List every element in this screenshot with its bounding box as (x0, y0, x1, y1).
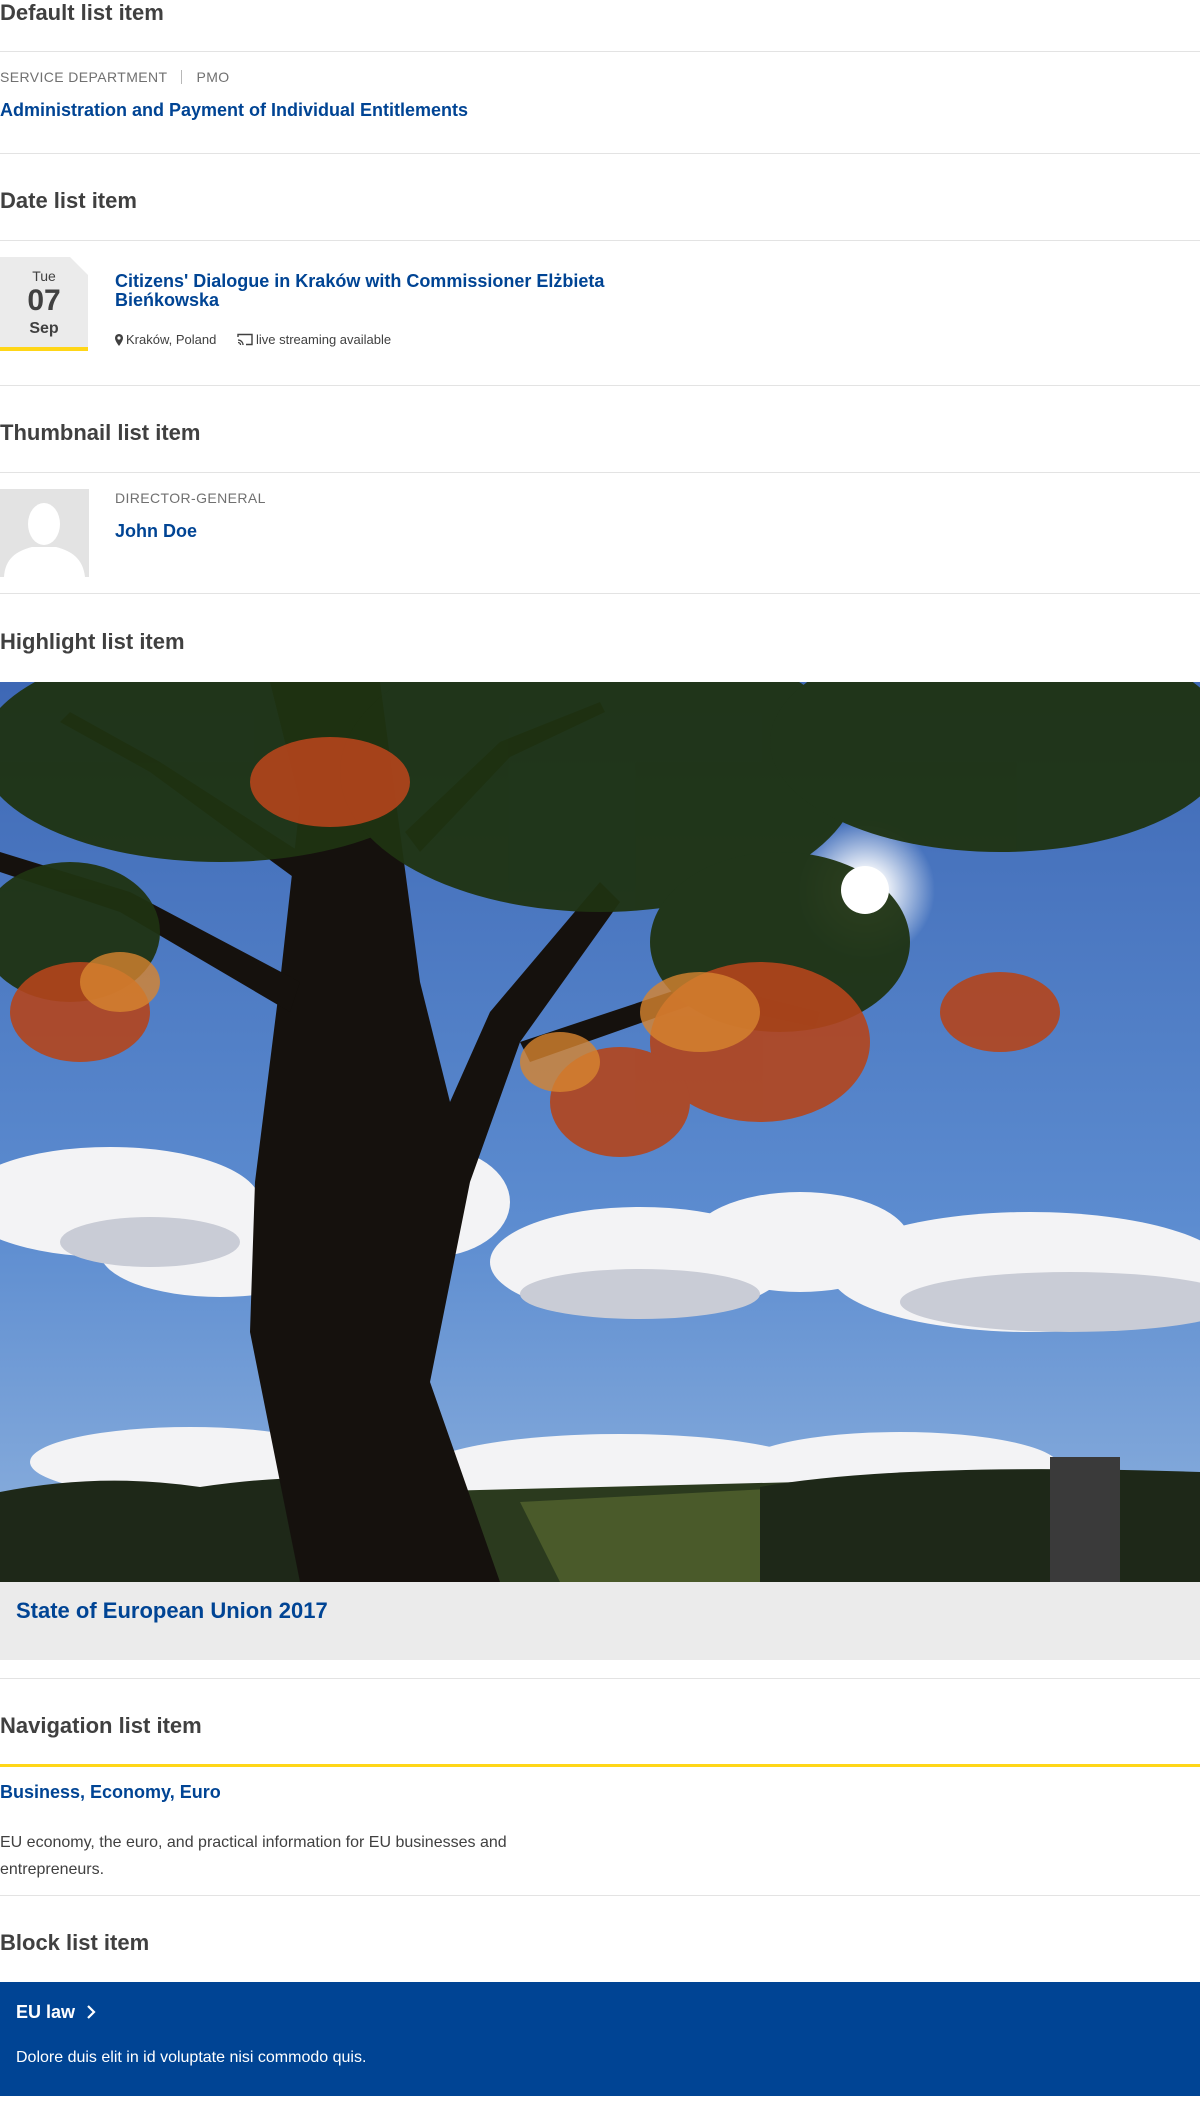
highlight-image[interactable] (0, 682, 1200, 1582)
tree-landscape-photo (0, 682, 1200, 1582)
block-link-label: EU law (16, 2002, 76, 2022)
list-item-link-john-doe[interactable]: John Doe (115, 521, 197, 542)
event-location: Kraków, Poland (115, 332, 216, 347)
link-line-1: Citizens' Dialogue in Kraków with Commis… (115, 271, 605, 291)
streaming-text: live streaming available (256, 332, 392, 347)
date-day: Tue (32, 268, 56, 284)
map-marker-icon (115, 334, 123, 346)
chevron-right-icon (87, 2005, 96, 2019)
list-item-link-business[interactable]: Business, Economy, Euro (0, 1782, 221, 1803)
section-title-thumbnail: Thumbnail list item (0, 420, 201, 445)
divider (0, 472, 1200, 473)
location-text: Kraków, Poland (126, 332, 217, 347)
thumbnail-image[interactable] (0, 489, 89, 577)
navigation-accent-line (0, 1764, 1200, 1767)
divider (0, 51, 1200, 52)
event-streaming: live streaming available (237, 332, 391, 347)
divider (0, 593, 1200, 594)
block-list-item[interactable]: EU law Dolore duis elit in id voluptate … (0, 1982, 1200, 2096)
cast-icon (237, 333, 253, 346)
list-item-link-entitlements[interactable]: Administration and Payment of Individual… (0, 100, 468, 121)
divider (0, 153, 1200, 154)
date-month: Sep (29, 320, 59, 337)
navigation-description: EU economy, the euro, and practical info… (0, 1834, 507, 1878)
meta-separator (181, 70, 183, 84)
list-item-link-citizens-dialogue[interactable]: Citizens' Dialogue in Kraków with Commis… (115, 272, 635, 310)
section-title-date: Date list item (0, 188, 137, 213)
divider (0, 1678, 1200, 1679)
list-item-link-state-of-eu[interactable]: State of European Union 2017 (16, 1598, 328, 1624)
divider (0, 385, 1200, 386)
section-title-default: Default list item (0, 0, 164, 25)
link-line-2: Bieńkowska (115, 290, 220, 310)
page: Default list item SERVICE DEPARTMENT PMO … (0, 0, 1200, 2114)
block-description: Dolore duis elit in id voluptate nisi co… (16, 2049, 367, 2066)
thumbnail-meta: DIRECTOR-GENERAL (115, 490, 266, 506)
block-link[interactable]: EU law (16, 2002, 96, 2023)
list-item-meta: SERVICE DEPARTMENT PMO (0, 69, 230, 85)
date-number: 07 (27, 284, 61, 317)
highlight-caption: State of European Union 2017 (0, 1582, 1200, 1660)
section-title-block: Block list item (0, 1930, 150, 1955)
avatar-placeholder-icon (0, 489, 89, 577)
meta-department: SERVICE DEPARTMENT (0, 69, 168, 85)
section-title-highlight: Highlight list item (0, 629, 185, 654)
divider (0, 1895, 1200, 1896)
section-title-navigation: Navigation list item (0, 1713, 202, 1738)
meta-code: PMO (196, 69, 230, 85)
date-block: Tue 07 Sep (0, 257, 88, 351)
divider (0, 240, 1200, 241)
